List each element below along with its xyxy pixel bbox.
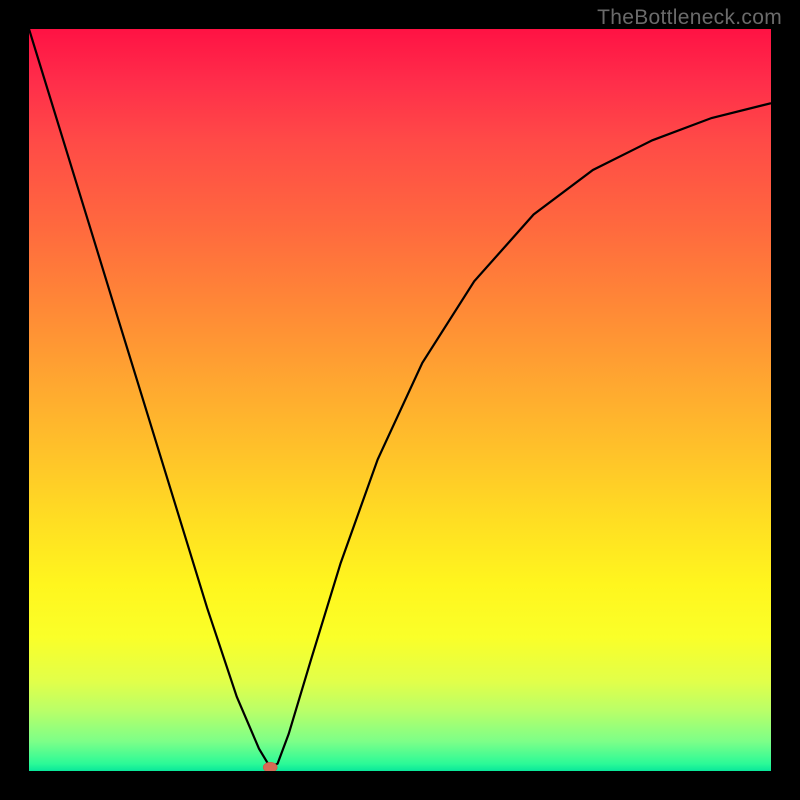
chart-plot-area (29, 29, 771, 771)
optimum-marker (263, 762, 277, 771)
watermark-text: TheBottleneck.com (597, 6, 782, 30)
chart-svg (29, 29, 771, 771)
bottleneck-curve-line (29, 29, 771, 767)
